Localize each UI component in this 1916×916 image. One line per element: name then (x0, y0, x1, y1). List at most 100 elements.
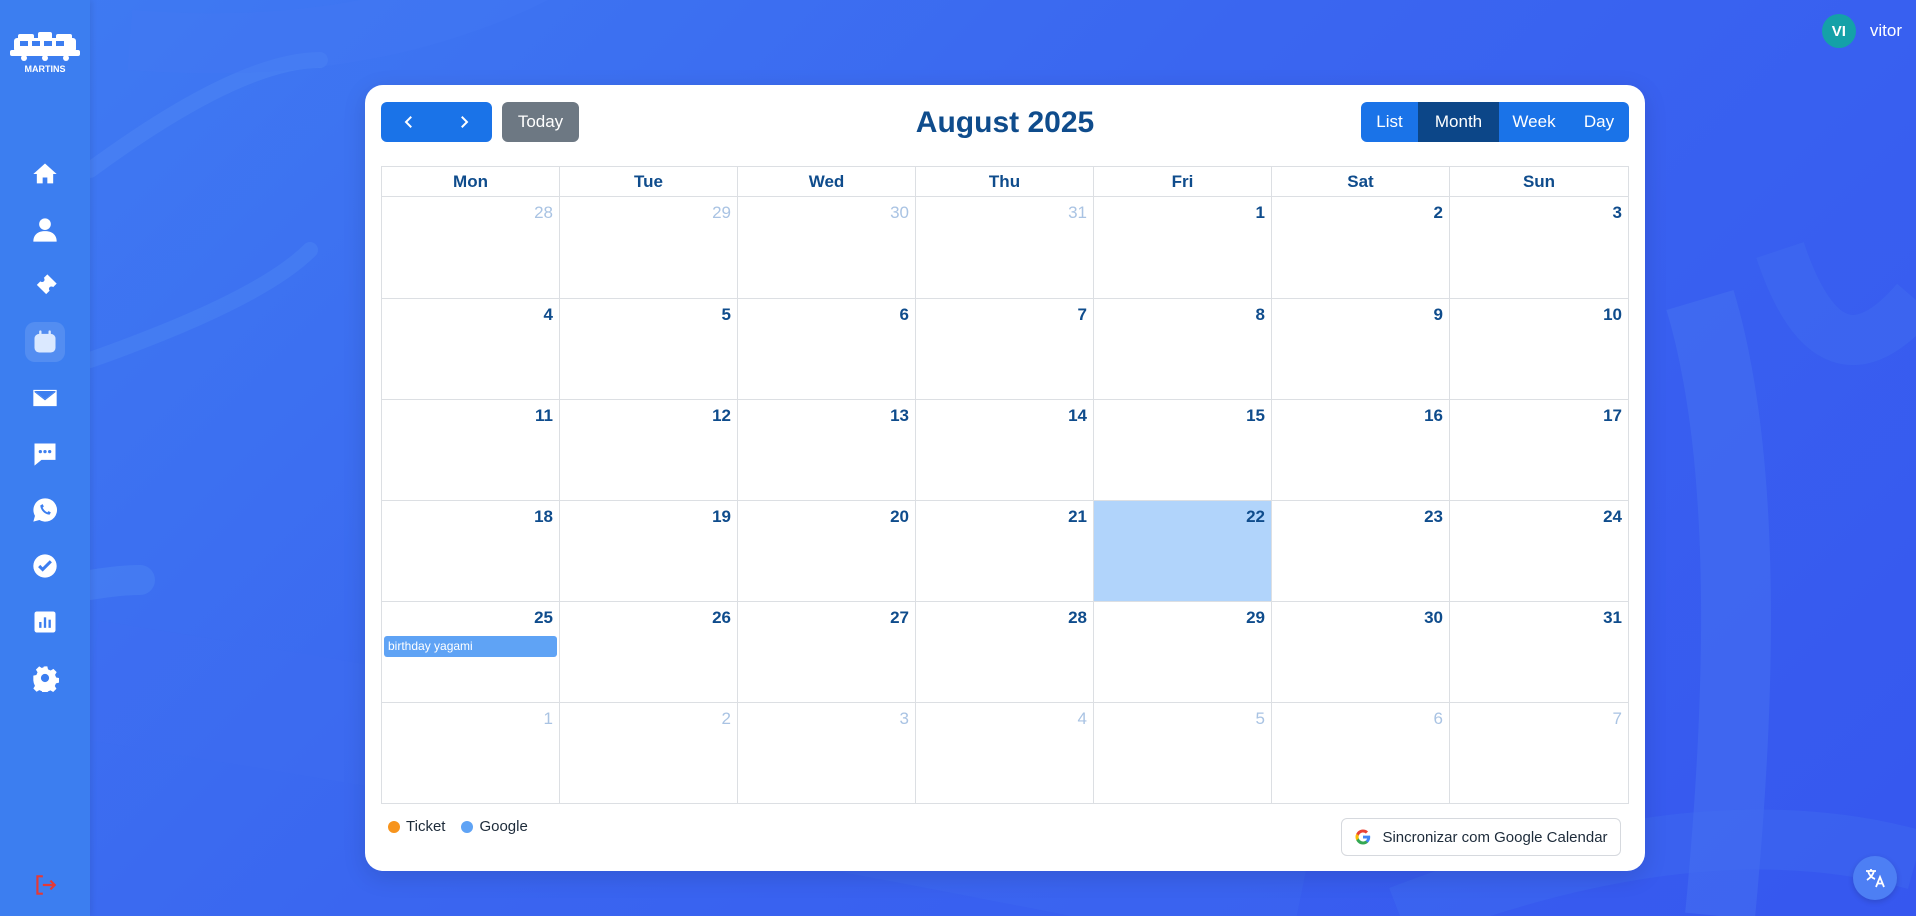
nav-contacts[interactable] (25, 210, 65, 250)
day-number: 6 (1433, 709, 1443, 728)
day-cell[interactable]: 11 (382, 400, 560, 500)
day-cell[interactable]: 20 (738, 501, 916, 601)
day-cell[interactable]: 4 (382, 299, 560, 399)
day-cell[interactable]: 21 (916, 501, 1094, 601)
day-cell[interactable]: 4 (916, 703, 1094, 803)
day-number: 2 (721, 709, 731, 728)
calendar-event[interactable]: birthday yagami (384, 636, 557, 657)
weeks-container: 28 29 30 31 1 2 3 4 5 6 7 8 9 10 11 12 13 14 15 16 17 18 19 20 2… (381, 196, 1629, 804)
weekday-label: Sat (1272, 167, 1450, 196)
day-number: 31 (1603, 608, 1622, 627)
translate-button[interactable] (1853, 856, 1897, 900)
week-row: 1 2 3 4 5 6 7 (382, 702, 1628, 803)
day-number: 30 (1424, 608, 1443, 627)
day-cell[interactable]: 27 (738, 602, 916, 702)
nav-tickets[interactable] (25, 266, 65, 306)
day-cell[interactable]: 5 (1094, 703, 1272, 803)
logout-button[interactable] (28, 868, 62, 902)
sync-button-label: Sincronizar com Google Calendar (1382, 828, 1608, 846)
day-cell[interactable]: 30 (738, 197, 916, 298)
legend: Ticket Google (388, 818, 528, 835)
day-number: 7 (1612, 709, 1622, 728)
day-cell[interactable]: 28 (916, 602, 1094, 702)
nav-reports[interactable] (25, 602, 65, 642)
day-cell[interactable]: 2 (560, 703, 738, 803)
day-cell[interactable]: 8 (1094, 299, 1272, 399)
nav-mail[interactable] (25, 378, 65, 418)
day-cell[interactable]: 3 (1450, 197, 1628, 298)
day-number: 6 (899, 305, 909, 324)
day-cell[interactable]: 18 (382, 501, 560, 601)
nav-home[interactable] (25, 154, 65, 194)
day-cell[interactable]: 2 (1272, 197, 1450, 298)
week-row: 25 birthday yagami 26 27 28 29 30 31 (382, 601, 1628, 702)
settings-icon (33, 666, 59, 692)
day-cell[interactable]: 25 birthday yagami (382, 602, 560, 702)
day-cell[interactable]: 9 (1272, 299, 1450, 399)
view-week-button[interactable]: Week (1499, 102, 1569, 142)
day-number: 29 (712, 203, 731, 222)
day-number: 28 (534, 203, 553, 222)
sync-google-calendar-button[interactable]: Sincronizar com Google Calendar (1341, 818, 1621, 856)
check-circle-icon (33, 554, 57, 578)
day-cell[interactable]: 3 (738, 703, 916, 803)
day-number: 2 (1433, 203, 1443, 222)
day-number: 26 (712, 608, 731, 627)
day-cell[interactable]: 31 (916, 197, 1094, 298)
day-cell-today[interactable]: 22 (1094, 501, 1272, 601)
day-cell[interactable]: 12 (560, 400, 738, 500)
day-cell[interactable]: 6 (738, 299, 916, 399)
day-cell[interactable]: 1 (1094, 197, 1272, 298)
nav-calendar[interactable] (25, 322, 65, 362)
day-number: 18 (534, 507, 553, 526)
day-number: 5 (721, 305, 731, 324)
week-row: 18 19 20 21 22 23 24 (382, 500, 1628, 601)
day-number: 3 (1612, 203, 1622, 222)
day-cell[interactable]: 29 (1094, 602, 1272, 702)
nav-chat[interactable] (25, 434, 65, 474)
day-cell[interactable]: 5 (560, 299, 738, 399)
logo-text: MARTINS (25, 64, 66, 74)
day-cell[interactable]: 15 (1094, 400, 1272, 500)
translate-icon (1866, 869, 1885, 888)
day-number: 17 (1603, 406, 1622, 425)
week-row: 28 29 30 31 1 2 3 (382, 197, 1628, 298)
nav-tasks[interactable] (25, 546, 65, 586)
day-cell[interactable]: 31 (1450, 602, 1628, 702)
legend-dot (388, 820, 400, 833)
day-cell[interactable]: 26 (560, 602, 738, 702)
day-cell[interactable]: 24 (1450, 501, 1628, 601)
user-menu[interactable]: VI vitor (1821, 14, 1902, 48)
day-cell[interactable]: 23 (1272, 501, 1450, 601)
day-cell[interactable]: 19 (560, 501, 738, 601)
day-cell[interactable]: 29 (560, 197, 738, 298)
chat-icon (34, 443, 56, 466)
view-day-button[interactable]: Day (1569, 102, 1629, 142)
day-number: 15 (1246, 406, 1265, 425)
day-cell[interactable]: 28 (382, 197, 560, 298)
weekday-header: Mon Tue Wed Thu Fri Sat Sun (381, 166, 1629, 196)
user-name: vitor (1869, 21, 1902, 40)
day-cell[interactable]: 1 (382, 703, 560, 803)
day-cell[interactable]: 7 (1450, 703, 1628, 803)
day-number: 10 (1603, 305, 1622, 324)
day-cell[interactable]: 7 (916, 299, 1094, 399)
day-number: 27 (890, 608, 909, 627)
day-number: 21 (1068, 507, 1087, 526)
day-number: 4 (543, 305, 553, 324)
day-cell[interactable]: 10 (1450, 299, 1628, 399)
day-cell[interactable]: 17 (1450, 400, 1628, 500)
day-cell[interactable]: 6 (1272, 703, 1450, 803)
nav-whatsapp[interactable] (25, 490, 65, 530)
legend-item-google: Google (461, 818, 528, 835)
day-number: 3 (899, 709, 909, 728)
day-cell[interactable]: 16 (1272, 400, 1450, 500)
day-number: 24 (1603, 507, 1622, 526)
nav-settings[interactable] (25, 658, 65, 698)
day-cell[interactable]: 14 (916, 400, 1094, 500)
day-cell[interactable]: 30 (1272, 602, 1450, 702)
weekday-label: Sun (1522, 171, 1556, 191)
day-cell[interactable]: 13 (738, 400, 916, 500)
view-list-button[interactable]: List (1361, 102, 1418, 142)
view-month-button[interactable]: Month (1418, 102, 1499, 142)
